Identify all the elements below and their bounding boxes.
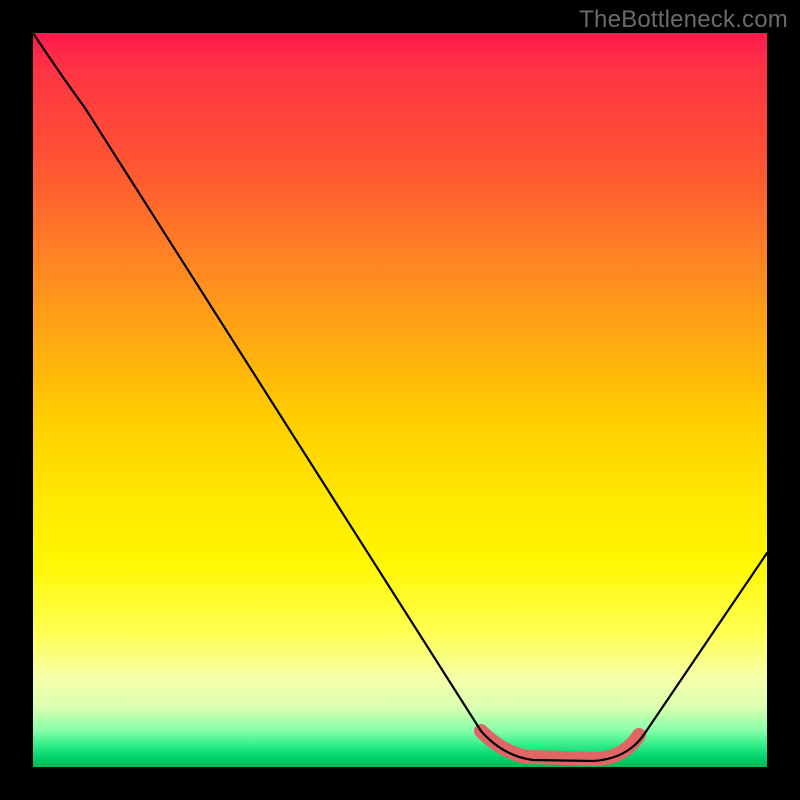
curve-svg bbox=[33, 33, 767, 767]
optimal-range-highlight bbox=[481, 731, 639, 759]
bottleneck-curve bbox=[33, 33, 767, 761]
plot-area bbox=[33, 33, 767, 767]
watermark-text: TheBottleneck.com bbox=[579, 6, 788, 34]
chart-container: TheBottleneck.com bbox=[0, 0, 800, 800]
